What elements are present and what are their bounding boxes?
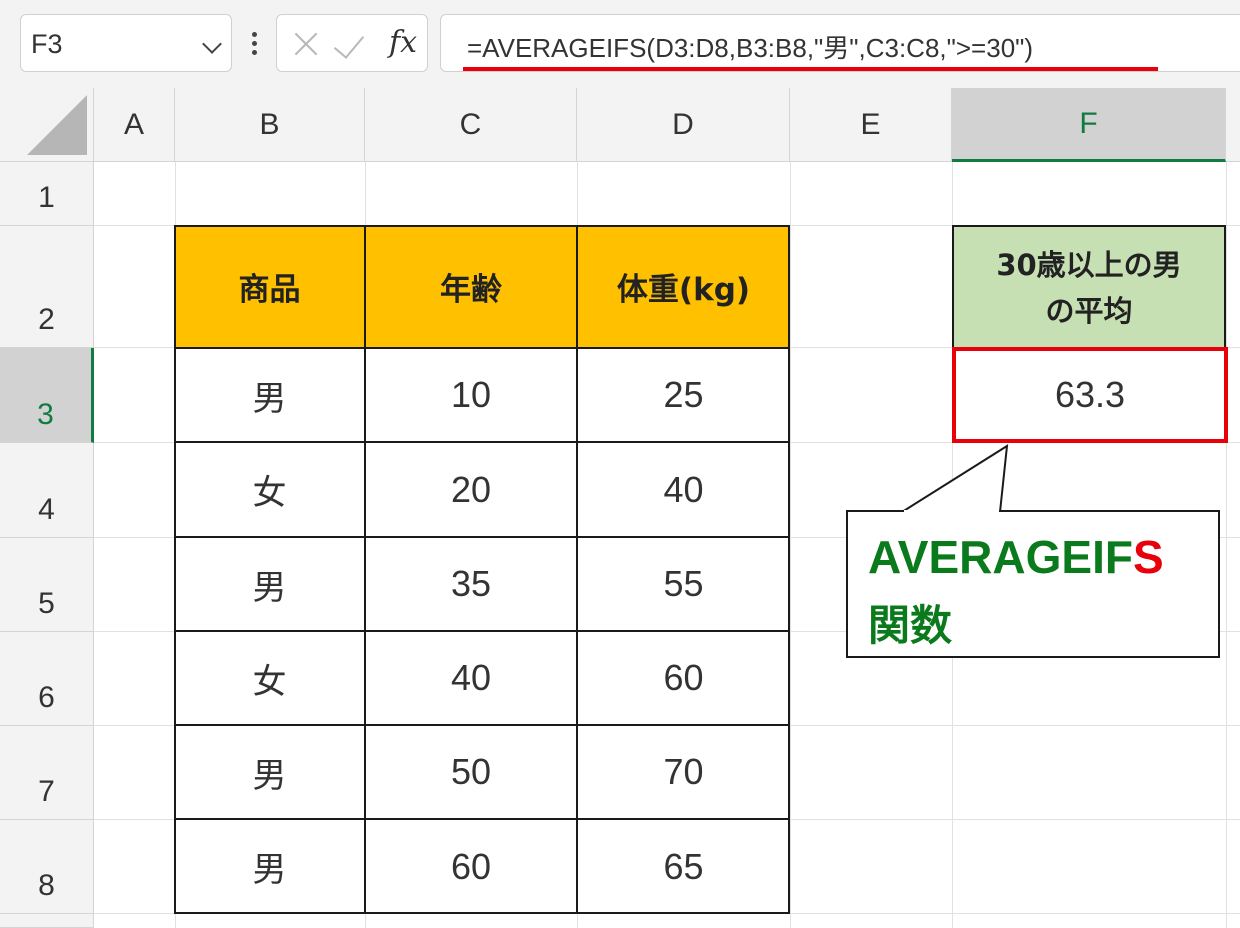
result-header-cell[interactable]: 30歳以上の男 の平均 — [952, 225, 1226, 349]
row-header-2[interactable]: 2 — [0, 226, 94, 348]
cell-weight[interactable]: 25 — [577, 348, 790, 442]
cell-weight[interactable]: 60 — [577, 631, 790, 725]
cell-weight[interactable]: 70 — [577, 725, 790, 819]
cell-age[interactable]: 20 — [365, 442, 577, 537]
cell-age[interactable]: 35 — [365, 537, 577, 631]
cell-weight[interactable]: 65 — [577, 819, 790, 914]
table-header-age[interactable]: 年齢 — [365, 225, 577, 348]
row-header-4[interactable]: 4 — [0, 443, 94, 538]
insert-function-icon[interactable]: fx — [389, 25, 417, 60]
cell-weight[interactable]: 55 — [577, 537, 790, 631]
column-header-e[interactable]: E — [790, 88, 952, 162]
column-header-a[interactable]: A — [94, 88, 175, 162]
more-options-icon[interactable] — [252, 32, 258, 56]
chevron-down-icon[interactable] — [202, 34, 222, 54]
table-border — [174, 441, 790, 443]
callout-function-label: 関数 — [868, 601, 953, 650]
row-header-3[interactable]: 3 — [0, 348, 94, 443]
callout-function-name: AVERAGEIFS — [868, 531, 1164, 583]
column-header-f[interactable]: F — [952, 88, 1226, 162]
cell-weight[interactable]: 40 — [577, 442, 790, 537]
column-header-b[interactable]: B — [175, 88, 365, 162]
formula-bar: F3 fx =AVERAGEIFS(D3:D8,B3:B8,"男",C3:C8,… — [0, 0, 1240, 88]
table-header-product[interactable]: 商品 — [174, 225, 365, 348]
row-header-7[interactable]: 7 — [0, 726, 94, 820]
result-header-line2: の平均 — [1045, 294, 1133, 328]
cell-age[interactable]: 10 — [365, 348, 577, 442]
table-header-weight[interactable]: 体重(kg) — [577, 225, 790, 348]
select-all-button[interactable] — [0, 88, 94, 162]
result-header-line1: 30歳以上の男 — [996, 248, 1182, 282]
cell-gender[interactable]: 男 — [174, 725, 365, 819]
table-border — [364, 225, 366, 914]
name-box[interactable]: F3 — [20, 14, 232, 72]
gridline — [1226, 162, 1227, 928]
column-header-c[interactable]: C — [365, 88, 577, 162]
column-header-d[interactable]: D — [577, 88, 790, 162]
table-border — [174, 724, 790, 726]
formula-underline-annotation — [463, 67, 1158, 71]
column-header-g-partial[interactable] — [1226, 88, 1240, 162]
cell-gender[interactable]: 男 — [174, 819, 365, 914]
row-header-6[interactable]: 6 — [0, 632, 94, 726]
row-header-5[interactable]: 5 — [0, 538, 94, 632]
cell-gender[interactable]: 男 — [174, 348, 365, 442]
enter-check-icon[interactable] — [333, 27, 365, 59]
row-header-9-partial[interactable] — [0, 914, 94, 928]
row-header-1[interactable]: 1 — [0, 162, 94, 226]
result-value-cell[interactable]: 63.3 — [952, 347, 1228, 443]
table-border — [174, 818, 790, 820]
table-border — [576, 225, 578, 914]
table-border — [174, 347, 790, 349]
name-box-value: F3 — [31, 29, 63, 59]
formula-text: =AVERAGEIFS(D3:D8,B3:B8,"男",C3:C8,">=30"… — [467, 33, 1034, 63]
gridline — [790, 162, 791, 928]
row-header-8[interactable]: 8 — [0, 820, 94, 914]
callout-joint — [904, 510, 999, 513]
cell-age[interactable]: 50 — [365, 725, 577, 819]
formula-buttons: fx — [276, 14, 428, 72]
cell-age[interactable]: 60 — [365, 819, 577, 914]
cell-gender[interactable]: 女 — [174, 442, 365, 537]
callout-plural-s: S — [1132, 531, 1164, 583]
formula-input[interactable]: =AVERAGEIFS(D3:D8,B3:B8,"男",C3:C8,">=30"… — [440, 14, 1240, 72]
cell-gender[interactable]: 女 — [174, 631, 365, 725]
callout-box: AVERAGEIFS 関数 — [846, 510, 1220, 658]
cell-age[interactable]: 40 — [365, 631, 577, 725]
table-border — [174, 536, 790, 538]
table-border — [174, 630, 790, 632]
cell-gender[interactable]: 男 — [174, 537, 365, 631]
